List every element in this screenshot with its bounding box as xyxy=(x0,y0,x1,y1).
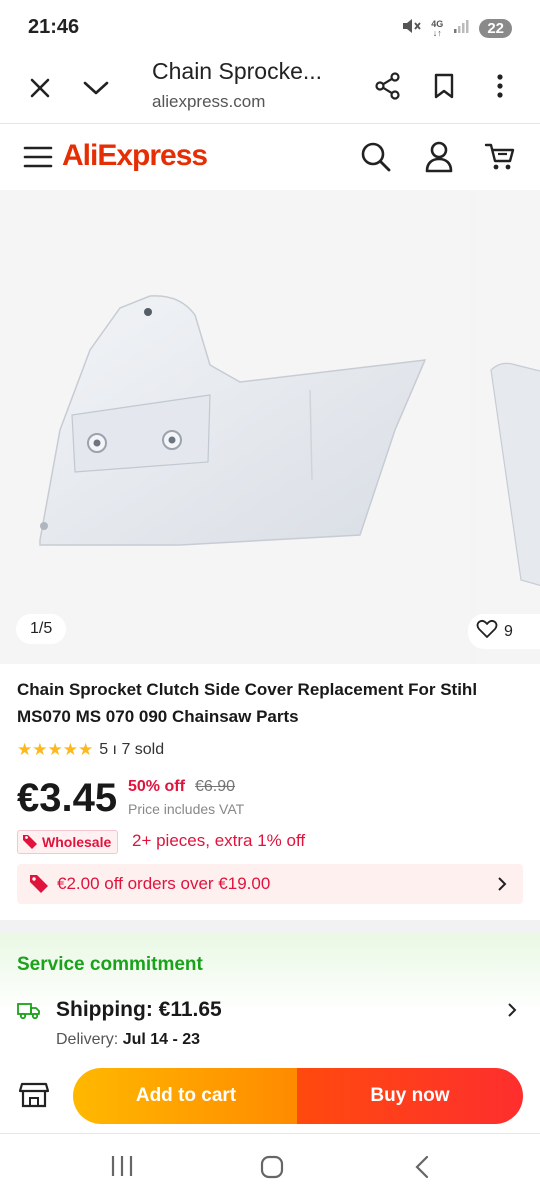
image-counter: 1/5 xyxy=(16,614,67,644)
chevron-right-icon xyxy=(507,1002,517,1023)
cart-icon[interactable] xyxy=(482,139,518,175)
store-icon[interactable] xyxy=(18,1078,50,1110)
coupon-text: €2.00 off orders over €19.00 xyxy=(57,874,271,893)
battery-indicator: 22 xyxy=(479,19,512,38)
bottom-action-bar: Add to cart Buy now xyxy=(0,1064,540,1134)
system-navigation-bar xyxy=(0,1135,540,1200)
truck-icon xyxy=(17,1000,41,1025)
wishlist-button[interactable]: 9 xyxy=(468,614,540,649)
wholesale-offer: 2+ pieces, extra 1% off xyxy=(132,831,306,850)
chevron-right-icon xyxy=(497,876,507,897)
heart-icon xyxy=(476,619,498,644)
original-price: €6.90 xyxy=(195,778,236,795)
service-title: Service commitment xyxy=(17,954,203,975)
back-icon[interactable] xyxy=(414,1155,430,1184)
rating-row[interactable]: ★★★★★ 5 ı 7 sold xyxy=(17,740,164,760)
mute-icon xyxy=(401,17,421,40)
service-commitment-section[interactable]: Service commitment Shipping: €11.65 Deli… xyxy=(0,934,540,1064)
page-title[interactable]: Chain Sprocke... xyxy=(152,58,322,85)
close-icon[interactable] xyxy=(22,70,58,106)
coupon-tag-icon xyxy=(29,873,49,898)
more-options-icon[interactable] xyxy=(482,68,518,104)
shipping-cost: Shipping: €11.65 xyxy=(56,998,222,1021)
status-icons: 4G ↓↑ 22 xyxy=(401,17,512,40)
wishlist-count: 9 xyxy=(504,622,513,640)
coupon-banner[interactable]: €2.00 off orders over €19.00 xyxy=(17,864,523,904)
status-time: 21:46 xyxy=(28,16,80,38)
wholesale-badge: Wholesale xyxy=(17,830,119,854)
status-bar: 21:46 4G ↓↑ 22 xyxy=(0,0,540,56)
bookmark-icon[interactable] xyxy=(426,68,462,104)
signal-icon xyxy=(453,18,469,39)
account-icon[interactable] xyxy=(421,139,457,175)
delivery-estimate: Delivery: Jul 14 - 23 xyxy=(56,1031,201,1048)
home-icon[interactable] xyxy=(260,1155,284,1184)
rating-stars: ★★★★★ xyxy=(17,740,94,759)
next-product-image[interactable] xyxy=(476,190,540,664)
section-divider xyxy=(0,920,540,934)
aliexpress-logo[interactable]: AliExpress xyxy=(62,139,208,173)
buy-now-button[interactable]: Buy now xyxy=(297,1068,523,1124)
chevron-down-icon[interactable] xyxy=(78,70,114,106)
search-icon[interactable] xyxy=(358,139,394,175)
product-title: Chain Sprocket Clutch Side Cover Replace… xyxy=(17,680,478,726)
add-to-cart-button[interactable]: Add to cart xyxy=(73,1068,299,1124)
browser-toolbar: Chain Sprocke... aliexpress.com xyxy=(0,56,540,124)
vat-note: Price includes VAT xyxy=(128,801,245,817)
tag-icon xyxy=(22,833,38,852)
sold-count: 5 ı 7 sold xyxy=(99,741,165,758)
share-icon[interactable] xyxy=(370,68,406,104)
recent-apps-icon[interactable] xyxy=(110,1155,134,1182)
network-icon: 4G ↓↑ xyxy=(431,18,444,38)
discount-label: 50% off xyxy=(128,778,185,795)
product-gallery[interactable]: 1/5 9 xyxy=(0,190,540,664)
site-header: AliExpress xyxy=(0,125,540,189)
menu-icon[interactable] xyxy=(22,141,54,173)
product-image[interactable] xyxy=(0,190,470,664)
product-price: €3.45 xyxy=(17,776,118,820)
url-domain[interactable]: aliexpress.com xyxy=(152,92,265,112)
